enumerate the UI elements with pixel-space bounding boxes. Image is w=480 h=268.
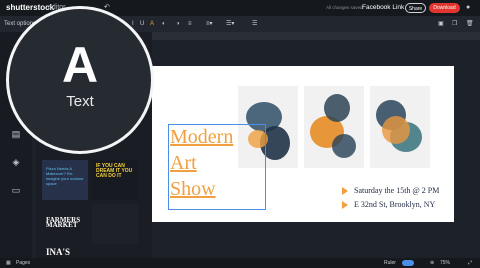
template-thumbnail[interactable] — [92, 204, 138, 244]
list-icon[interactable]: ☰▾ — [226, 16, 234, 32]
template-thumbnail[interactable]: IF YOU CAN DREAM IT YOU CAN DO IT — [92, 160, 138, 200]
template-text: IF YOU CAN DREAM IT YOU CAN DO IT — [96, 163, 133, 179]
elements-icon[interactable]: ◈ — [8, 154, 24, 170]
template-thumbnail[interactable]: INA'S — [42, 246, 88, 258]
template-text: FARMERS MARKET — [46, 216, 81, 229]
line-spacing-icon[interactable]: ≡ — [188, 16, 192, 32]
lock-icon[interactable]: ▣ — [438, 16, 444, 32]
template-thumbnail[interactable]: Pizza Needs A Makeover? Re-imagine your … — [42, 160, 88, 200]
artwork-panel[interactable] — [370, 86, 430, 168]
zoom-icon[interactable]: ⊕ — [430, 258, 434, 268]
pages-icon[interactable]: ▦ — [6, 258, 11, 268]
top-ruler — [152, 32, 480, 40]
pages-button[interactable]: Pages — [16, 258, 30, 268]
underline-icon[interactable]: U — [140, 16, 144, 32]
template-text: Pizza Needs A Makeover? Re-imagine your … — [46, 166, 84, 186]
fullscreen-icon[interactable]: ⤢ — [468, 258, 472, 268]
save-status: All changes saved — [326, 5, 363, 10]
bottom-bar: ▦ Pages Ruler ⊕ 75% ⤢ — [0, 258, 480, 268]
event-date[interactable]: Saturday the 15th @ 2 PM — [342, 186, 440, 196]
text-tool-icon: A — [61, 37, 99, 93]
template-text: INA'S — [46, 247, 71, 257]
text-tool-magnifier[interactable]: A Text — [6, 6, 154, 154]
delete-icon[interactable]: 🗑 — [466, 16, 474, 32]
paint-blob — [324, 94, 350, 122]
highlight-icon[interactable]: ◐ — [162, 16, 166, 32]
artwork-panel[interactable] — [304, 86, 364, 168]
text-tool-label: Text — [66, 93, 94, 110]
event-date-text: Saturday the 15th @ 2 PM — [354, 186, 440, 195]
duplicate-icon[interactable]: ❐ — [452, 16, 457, 32]
user-icon[interactable]: ● — [466, 0, 470, 16]
event-address[interactable]: E 32nd St, Brooklyn, NY — [342, 200, 436, 210]
template-thumbnail[interactable]: FARMERS MARKET — [42, 204, 88, 244]
paint-blob — [382, 116, 410, 144]
text-color-icon[interactable]: A — [150, 16, 154, 32]
ruler-toggle[interactable] — [402, 260, 414, 266]
share-button[interactable]: Share — [405, 3, 426, 13]
download-button[interactable]: Download — [429, 3, 460, 13]
opacity-icon[interactable]: ◑ — [176, 16, 180, 32]
paint-blob — [332, 134, 356, 158]
event-address-text: E 32nd St, Brooklyn, NY — [354, 200, 436, 209]
document-name[interactable]: Facebook Link — [362, 0, 404, 16]
templates-icon[interactable]: ▤ — [8, 126, 24, 142]
more-options-icon[interactable]: ☰ — [252, 16, 257, 32]
ruler-label: Ruler — [384, 260, 396, 266]
zoom-level[interactable]: 75% — [440, 258, 450, 268]
bullet-icon — [342, 201, 348, 210]
bullet-icon — [342, 187, 348, 196]
text-selection-box[interactable] — [168, 124, 266, 210]
uploads-icon[interactable]: ▭ — [8, 182, 24, 198]
align-icon[interactable]: ≡▾ — [206, 16, 213, 32]
